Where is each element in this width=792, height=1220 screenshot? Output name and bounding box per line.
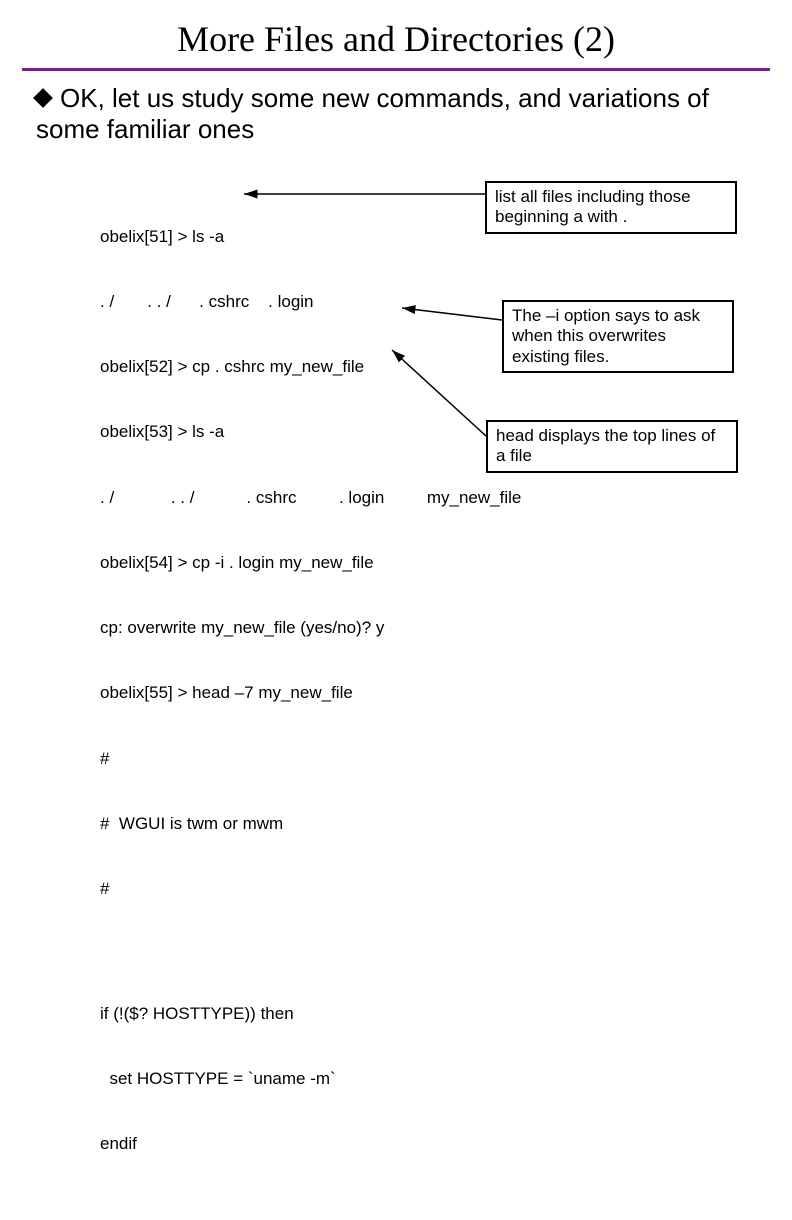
body-text: OK, let us study some new commands, and … xyxy=(36,83,709,144)
terminal-line: . / . . / . cshrc . login my_new_file xyxy=(100,487,521,509)
callout-ls-a: list all files including those beginning… xyxy=(485,181,737,234)
terminal-line: if (!($? HOSTTYPE)) then xyxy=(100,1003,521,1025)
terminal-line: obelix[51] > ls -a xyxy=(100,226,521,248)
body-paragraph: OK, let us study some new commands, and … xyxy=(0,71,792,145)
terminal-block: obelix[51] > ls -a . / . . / . cshrc . l… xyxy=(100,182,521,1220)
terminal-line: endif xyxy=(100,1133,521,1155)
terminal-line: obelix[53] > ls -a xyxy=(100,421,521,443)
terminal-line: obelix[52] > cp . cshrc my_new_file xyxy=(100,356,521,378)
slide-title: More Files and Directories (2) xyxy=(0,0,792,68)
callout-cp-i: The –i option says to ask when this over… xyxy=(502,300,734,373)
terminal-line: # WGUI is twm or mwm xyxy=(100,813,521,835)
terminal-line: obelix[54] > cp -i . login my_new_file xyxy=(100,552,521,574)
terminal-line: set HOSTTYPE = `uname -m` xyxy=(100,1068,521,1090)
terminal-line: cp: overwrite my_new_file (yes/no)? y xyxy=(100,617,521,639)
terminal-line: . / . . / . cshrc . login xyxy=(100,291,521,313)
terminal-line: # xyxy=(100,878,521,900)
terminal-line: obelix[55] > head –7 my_new_file xyxy=(100,682,521,704)
terminal-line: # xyxy=(100,748,521,770)
callout-head: head displays the top lines of a file xyxy=(486,420,738,473)
diamond-bullet-icon xyxy=(33,88,53,108)
